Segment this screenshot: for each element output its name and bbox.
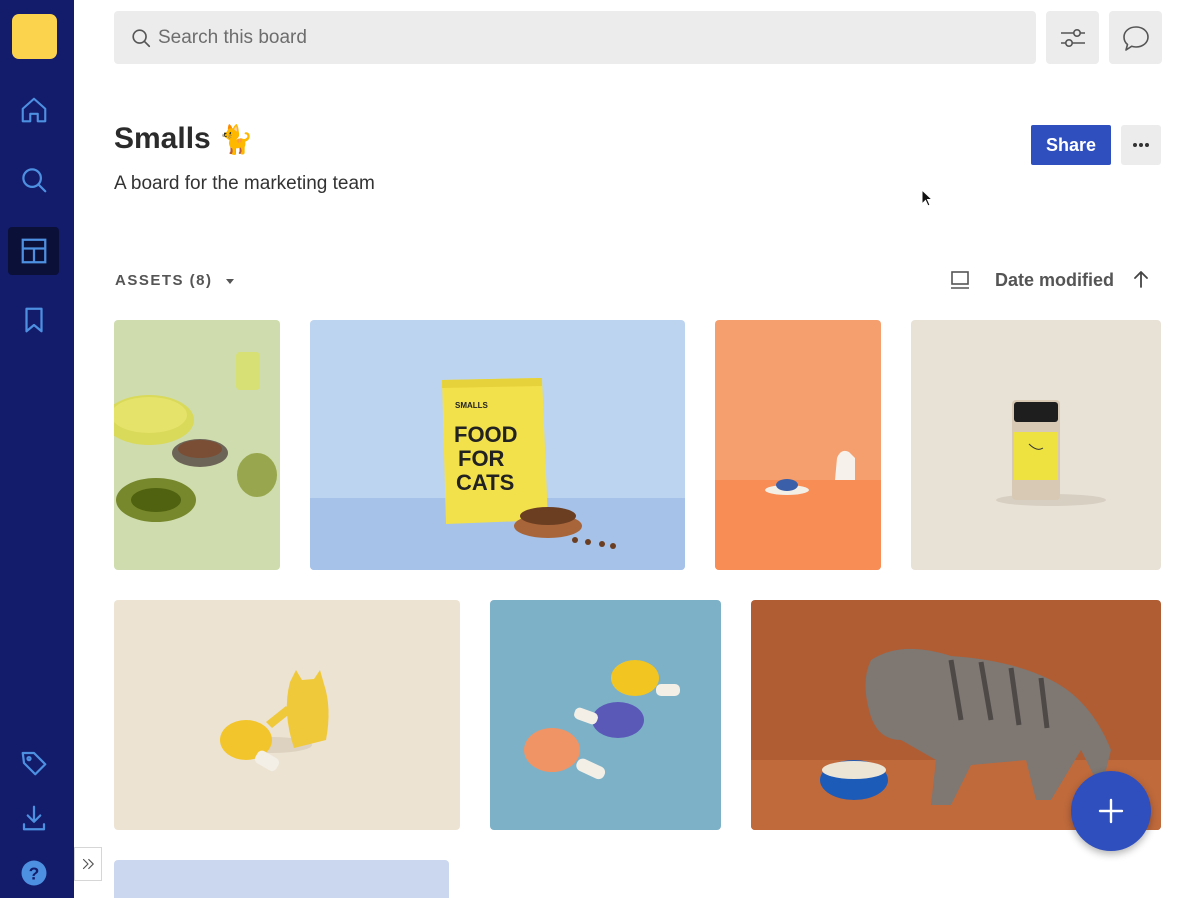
chat-bubble-icon [1122, 25, 1149, 51]
svg-text:SMALLS: SMALLS [455, 401, 489, 410]
svg-text:CATS: CATS [456, 470, 514, 495]
sidebar-item-help[interactable]: ? [8, 849, 59, 897]
bookmark-icon [24, 307, 43, 333]
search-icon [21, 168, 46, 193]
asset-image: SMALLS FOOD FOR CATS [310, 320, 685, 570]
help-icon: ? [21, 860, 46, 886]
sidebar-item-boards[interactable] [8, 227, 59, 275]
tag-icon [21, 751, 46, 776]
mouse-cursor-icon [921, 189, 933, 207]
asset-tile[interactable]: SMALLS FOOD FOR CATS [310, 320, 685, 570]
asset-image [715, 320, 881, 570]
asset-image [114, 860, 449, 898]
sidebar-item-downloads[interactable] [8, 794, 59, 842]
asset-tile[interactable] [114, 860, 449, 898]
sidebar-item-saved[interactable] [8, 296, 59, 344]
svg-text:FOOD: FOOD [454, 422, 518, 447]
board-description: A board for the marketing team [114, 173, 375, 194]
asset-image [490, 600, 721, 830]
asset-tile[interactable] [715, 320, 881, 570]
sidebar: ? [0, 0, 74, 898]
board-title: Smalls 🐈 [114, 122, 254, 156]
asset-image [114, 320, 280, 570]
asset-tile[interactable] [114, 320, 280, 570]
filter-button[interactable] [1046, 11, 1099, 64]
asset-image [114, 600, 460, 830]
more-options-button[interactable] [1121, 125, 1161, 165]
add-asset-button[interactable] [1071, 771, 1151, 851]
home-icon [21, 97, 46, 123]
asset-tile[interactable] [490, 600, 721, 830]
expand-sidebar-button[interactable] [74, 847, 102, 881]
comments-button[interactable] [1109, 11, 1162, 64]
workspace-logo[interactable] [12, 14, 57, 59]
assets-label: ASSETS (8) [115, 272, 213, 289]
asset-image [911, 320, 1161, 570]
board-title-text: Smalls [114, 122, 211, 155]
ellipsis-icon [1133, 143, 1149, 147]
sliders-icon [1060, 28, 1085, 47]
plus-icon [1098, 798, 1124, 824]
cat-emoji: 🐈 [218, 123, 254, 155]
assets-count-dropdown[interactable]: ASSETS (8) [115, 272, 235, 289]
svg-text:?: ? [28, 863, 39, 883]
arrow-up-icon[interactable] [1130, 268, 1152, 290]
asset-tile[interactable] [911, 320, 1161, 570]
board-layout-icon [21, 238, 46, 264]
svg-text:FOR: FOR [458, 446, 505, 471]
double-chevron-right-icon [82, 858, 94, 870]
caret-down-icon [225, 278, 234, 284]
sort-by-dropdown[interactable]: Date modified [995, 270, 1114, 291]
asset-tile[interactable] [114, 600, 460, 830]
search-input[interactable] [158, 26, 1018, 49]
share-button[interactable]: Share [1031, 125, 1111, 165]
sidebar-item-home[interactable] [8, 86, 59, 134]
search-icon [132, 28, 151, 47]
download-icon [22, 805, 45, 831]
sidebar-item-search[interactable] [8, 156, 59, 204]
monitor-icon[interactable] [948, 268, 972, 292]
sidebar-item-tags[interactable] [8, 739, 59, 787]
board-search[interactable] [114, 11, 1036, 64]
